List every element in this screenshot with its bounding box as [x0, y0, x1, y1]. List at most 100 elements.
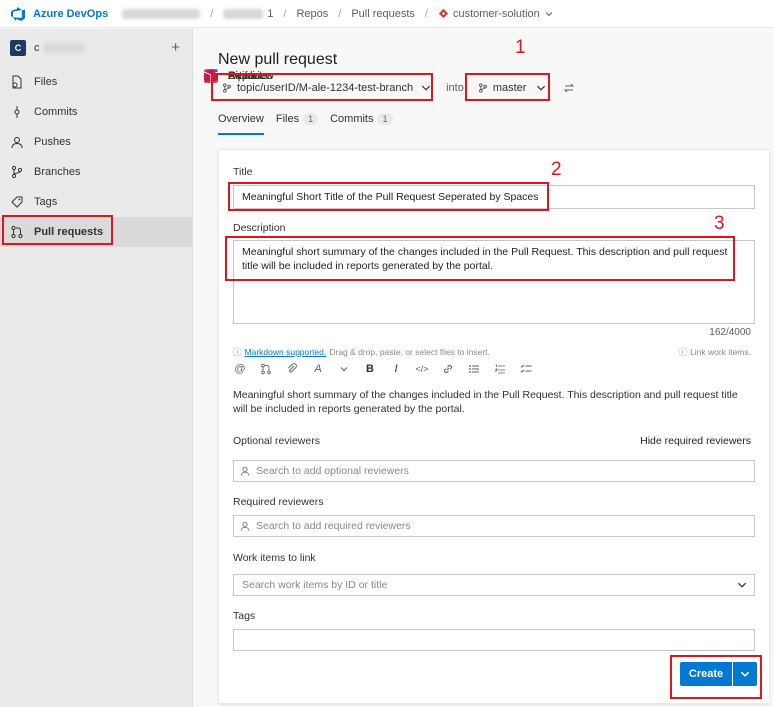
character-count: 162/4000 [709, 327, 751, 338]
project-header[interactable]: C c + [0, 29, 192, 67]
highlight-box [670, 655, 762, 699]
sidebar-item-pull-requests[interactable]: Pull requests [0, 215, 192, 247]
link-work-items-text: Link work items. [690, 347, 751, 357]
project-avatar: C [10, 40, 26, 56]
optional-reviewers-search[interactable]: Search to add optional reviewers [233, 460, 755, 482]
pushes-icon [10, 135, 24, 149]
work-items-label: Work items to link [233, 552, 316, 564]
annotation-1: 1 [515, 37, 526, 58]
required-reviewers-label: Required reviewers [233, 496, 324, 508]
formatting-toolbar: @ A B I </> [233, 362, 533, 376]
repo-icon [438, 8, 449, 19]
pull-request-link-icon[interactable] [259, 362, 273, 376]
tab-commits[interactable]: Commits 1 [330, 113, 393, 135]
top-bar: Azure DevOps / 1 / Repos / Pull requests… [0, 0, 774, 28]
work-items-placeholder: Search work items by ID or title [242, 579, 388, 591]
markdown-hint-text: Drag & drop, paste, or select files to i… [329, 347, 490, 357]
pull-request-form: Title Meaningful Short Title of the Pull… [218, 149, 770, 704]
optional-reviewers-placeholder: Search to add optional reviewers [256, 465, 409, 477]
tab-count-badge: 1 [377, 113, 393, 125]
breadcrumb-separator: / [338, 7, 342, 20]
title-label: Title [233, 166, 253, 178]
tab-bar: Overview Files 1 Commits 1 [218, 113, 393, 135]
commits-icon [10, 105, 24, 119]
add-icon[interactable]: + [171, 39, 180, 56]
hide-required-reviewers-link[interactable]: Hide required reviewers [640, 435, 751, 447]
tab-overview[interactable]: Overview [218, 113, 264, 135]
description-preview: Meaningful short summary of the changes … [233, 389, 738, 415]
sidebar-item-label: Pushes [34, 136, 71, 148]
heading-icon[interactable]: A [311, 362, 325, 376]
chevron-down-icon [737, 582, 747, 588]
breadcrumb-separator: / [210, 7, 214, 20]
highlight-box [2, 215, 113, 245]
italic-icon[interactable]: I [389, 362, 403, 376]
mention-icon[interactable]: @ [233, 362, 247, 376]
highlight-box [465, 73, 550, 101]
tab-label: Overview [218, 113, 264, 125]
tab-label: Commits [330, 113, 374, 125]
sidebar-item-label: Tags [34, 196, 58, 208]
into-label: into [446, 82, 464, 94]
breadcrumb-pull-requests[interactable]: Pull requests [351, 8, 415, 20]
breadcrumb-separator: / [283, 7, 287, 20]
highlight-box [211, 73, 433, 101]
work-items-dropdown[interactable]: Search work items by ID or title [233, 574, 755, 596]
required-reviewers-search[interactable]: Search to add required reviewers [233, 515, 755, 537]
link-work-items-hint[interactable]: ⓘ Link work items. [679, 346, 751, 358]
breadcrumb-repos[interactable]: Repos [296, 8, 328, 20]
breadcrumb-separator: / [424, 7, 428, 20]
page-title: New pull request [218, 51, 338, 68]
breadcrumb-project-tail[interactable]: 1 [267, 8, 273, 20]
markdown-hint: ⓘ Markdown supported. Drag & drop, paste… [233, 346, 490, 358]
sidebar-item-label: Commits [34, 106, 78, 118]
person-icon [240, 521, 250, 531]
tags-icon [10, 195, 24, 209]
azure-devops-icon [11, 6, 25, 21]
breadcrumb: / 1 / Repos / Pull requests / customer-s… [122, 8, 554, 20]
repo-name: customer-solution [452, 7, 540, 20]
tags-input[interactable] [233, 629, 755, 651]
project-name-redacted[interactable] [223, 8, 264, 19]
annotation-2: 2 [551, 159, 562, 180]
tab-label: Files [275, 113, 300, 125]
project-name: c [34, 42, 40, 54]
highlight-box [228, 182, 549, 211]
sidebar-item-label: Branches [34, 166, 81, 178]
sidebar-item-label: Files [34, 76, 58, 88]
sidebar-item-files[interactable]: Files [0, 67, 192, 97]
sidebar: C c + Overview Repos Files Commits Pushe… [0, 29, 274, 707]
branches-icon [10, 165, 24, 179]
markdown-supported-link[interactable]: Markdown supported. [245, 347, 327, 357]
repo-selector[interactable]: customer-solution [438, 8, 554, 20]
checklist-icon[interactable] [519, 362, 533, 376]
sidebar-item-pushes[interactable]: Pushes [0, 127, 192, 157]
azure-devops-logo[interactable]: Azure DevOps [10, 6, 108, 22]
tab-count-badge: 1 [303, 113, 319, 125]
info-icon: ⓘ [678, 347, 688, 357]
highlight-box [225, 236, 735, 281]
info-icon: ⓘ [233, 347, 242, 357]
main-content: New pull request topic/userID/M-ale-1234… [194, 29, 774, 707]
attach-icon[interactable] [285, 362, 299, 376]
tab-files[interactable]: Files 1 [275, 113, 319, 135]
link-icon[interactable] [441, 362, 455, 376]
annotation-3: 3 [714, 213, 725, 234]
sidebar-item-commits[interactable]: Commits [0, 97, 192, 127]
bold-icon[interactable]: B [363, 362, 377, 376]
brand-name: Azure DevOps [33, 7, 109, 20]
sidebar-item-branches[interactable]: Branches [0, 157, 192, 187]
required-reviewers-placeholder: Search to add required reviewers [256, 520, 411, 532]
project-name-redacted [43, 43, 84, 53]
description-label: Description [233, 222, 286, 234]
org-name-redacted[interactable] [122, 8, 201, 19]
sidebar-item-tags[interactable]: Tags [0, 187, 192, 217]
chevron-down-icon[interactable] [337, 362, 351, 376]
files-icon [10, 75, 24, 89]
bulleted-list-icon[interactable] [467, 362, 481, 376]
swap-icon[interactable] [563, 82, 575, 94]
tags-label: Tags [233, 610, 256, 622]
numbered-list-icon[interactable] [493, 362, 507, 376]
code-icon[interactable]: </> [415, 362, 429, 376]
person-icon [240, 466, 250, 476]
